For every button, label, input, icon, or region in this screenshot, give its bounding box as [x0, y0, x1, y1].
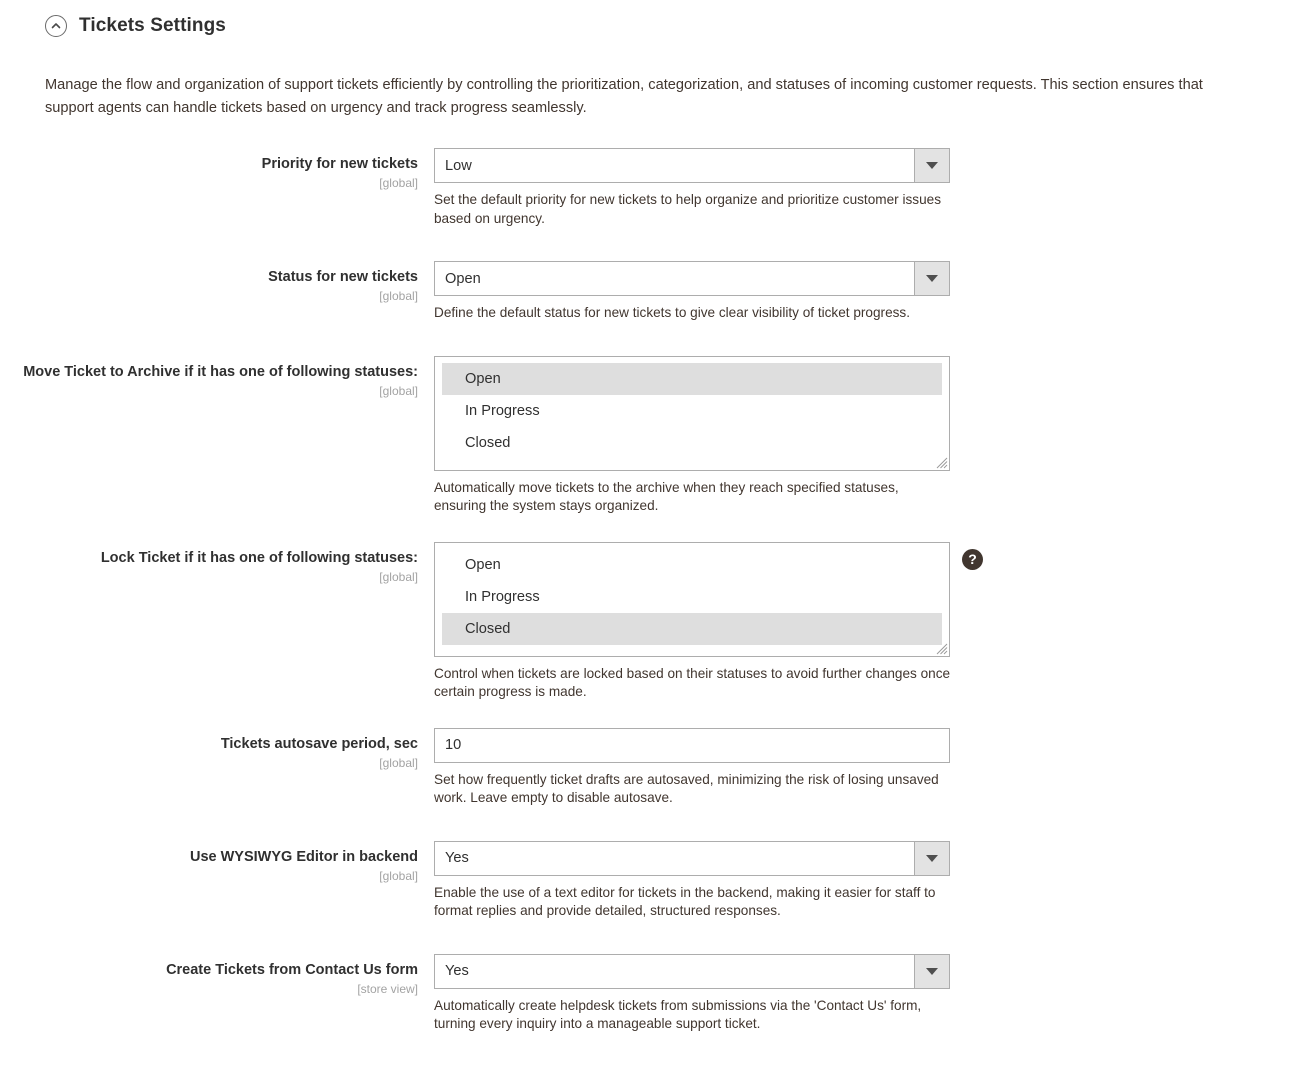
page-title: Tickets Settings: [79, 15, 226, 37]
field-scope-badge: [store view]: [0, 981, 418, 998]
select-value[interactable]: Yes: [434, 841, 914, 876]
field-label-priority-for-new-tickets: Priority for new tickets[global]: [0, 148, 434, 192]
field-row-priority-for-new-tickets: Priority for new tickets[global] Low Set t…: [0, 148, 1289, 228]
field-label-lock-ticket-statuses: Lock Ticket if it has one of following s…: [0, 542, 434, 586]
field-control-status-for-new-tickets: Open Define the default status for new ti…: [434, 261, 1289, 323]
field-label-use-wysiwyg-editor-in-backend: Use WYSIWYG Editor in backend[global]: [0, 841, 434, 885]
input-tickets-autosave-period[interactable]: 10: [434, 728, 950, 763]
field-scope-badge: [global]: [0, 383, 418, 400]
field-label-tickets-autosave-period: Tickets autosave period, sec[global]: [0, 728, 434, 772]
chevron-down-icon[interactable]: [914, 841, 950, 876]
field-comment: Set the default priority for new tickets…: [434, 191, 954, 228]
field-scope-badge: [global]: [0, 569, 418, 586]
select-value[interactable]: Yes: [434, 954, 914, 989]
field-row-use-wysiwyg-editor-in-backend: Use WYSIWYG Editor in backend[global] Yes…: [0, 841, 1289, 921]
list-item[interactable]: Closed: [442, 427, 942, 459]
field-comment: Set how frequently ticket drafts are aut…: [434, 771, 954, 808]
field-scope-badge: [global]: [0, 175, 418, 192]
field-label-text: Priority for new tickets[global]: [0, 155, 418, 192]
field-label-text: Create Tickets from Contact Us form[stor…: [0, 961, 418, 998]
field-control-move-ticket-to-archive-statuses: OpenIn ProgressClosed Automatically move …: [434, 356, 1289, 516]
field-label-text: Use WYSIWYG Editor in backend[global]: [0, 848, 418, 885]
field-scope-badge: [global]: [0, 868, 418, 885]
field-control-tickets-autosave-period: 10 Set how frequently ticket drafts are a…: [434, 728, 1289, 808]
chevron-down-icon[interactable]: [914, 954, 950, 989]
row-spacer: [0, 228, 1289, 261]
select-create-tickets-from-contact-us-form[interactable]: Yes: [434, 954, 950, 989]
field-label-create-tickets-from-contact-us-form: Create Tickets from Contact Us form[stor…: [0, 954, 434, 998]
field-label-status-for-new-tickets: Status for new tickets[global]: [0, 261, 434, 305]
chevron-down-icon[interactable]: [914, 261, 950, 296]
settings-fields: Priority for new tickets[global] Low Set t…: [0, 148, 1289, 1067]
field-scope-badge: [global]: [0, 288, 418, 305]
field-row-create-tickets-from-contact-us-form: Create Tickets from Contact Us form[stor…: [0, 954, 1289, 1034]
field-row-move-ticket-to-archive-statuses: Move Ticket to Archive if it has one of …: [0, 356, 1289, 516]
row-spacer: [0, 1034, 1289, 1067]
row-spacer: [0, 808, 1289, 841]
multiselect-lock-ticket-statuses[interactable]: OpenIn ProgressClosed: [434, 542, 950, 657]
row-spacer: [0, 323, 1289, 356]
field-label-move-ticket-to-archive-statuses: Move Ticket to Archive if it has one of …: [0, 356, 434, 400]
field-comment: Enable the use of a text editor for tick…: [434, 884, 954, 921]
row-spacer: [0, 702, 1289, 728]
field-control-create-tickets-from-contact-us-form: Yes Automatically create helpdesk tickets…: [434, 954, 1289, 1034]
field-control-lock-ticket-statuses: OpenIn ProgressClosed? Control when ticke…: [434, 542, 1289, 702]
field-comment: Control when tickets are locked based on…: [434, 665, 954, 702]
field-row-lock-ticket-statuses: Lock Ticket if it has one of following s…: [0, 542, 1289, 702]
field-label-text: Move Ticket to Archive if it has one of …: [0, 363, 418, 400]
list-item[interactable]: In Progress: [442, 395, 942, 427]
field-comment: Automatically move tickets to the archiv…: [434, 479, 954, 516]
section-description: Manage the flow and organization of supp…: [45, 74, 1255, 120]
list-item[interactable]: Open: [442, 363, 942, 395]
field-label-text: Tickets autosave period, sec[global]: [0, 735, 418, 772]
field-control-priority-for-new-tickets: Low Set the default priority for new tick…: [434, 148, 1289, 228]
chevron-up-circle-icon[interactable]: [45, 15, 67, 37]
chevron-down-icon[interactable]: [914, 148, 950, 183]
field-row-tickets-autosave-period: Tickets autosave period, sec[global] 10 Se…: [0, 728, 1289, 808]
select-value[interactable]: Open: [434, 261, 914, 296]
list-item[interactable]: Closed: [442, 613, 942, 645]
select-value[interactable]: Low: [434, 148, 914, 183]
list-item[interactable]: Open: [442, 549, 942, 581]
field-comment: Define the default status for new ticket…: [434, 304, 954, 323]
select-priority-for-new-tickets[interactable]: Low: [434, 148, 950, 183]
field-label-text: Status for new tickets[global]: [0, 268, 418, 305]
field-row-status-for-new-tickets: Status for new tickets[global] Open Define…: [0, 261, 1289, 323]
field-scope-badge: [global]: [0, 755, 418, 772]
multiselect-move-ticket-to-archive-statuses[interactable]: OpenIn ProgressClosed: [434, 356, 950, 471]
select-status-for-new-tickets[interactable]: Open: [434, 261, 950, 296]
field-label-text: Lock Ticket if it has one of following s…: [0, 549, 418, 586]
field-comment: Automatically create helpdesk tickets fr…: [434, 997, 954, 1034]
section-header[interactable]: Tickets Settings: [45, 15, 226, 37]
row-spacer: [0, 921, 1289, 954]
row-spacer: [0, 516, 1289, 542]
select-use-wysiwyg-editor-in-backend[interactable]: Yes: [434, 841, 950, 876]
help-icon[interactable]: ?: [962, 549, 983, 570]
list-item[interactable]: In Progress: [442, 581, 942, 613]
field-control-use-wysiwyg-editor-in-backend: Yes Enable the use of a text editor for t…: [434, 841, 1289, 921]
